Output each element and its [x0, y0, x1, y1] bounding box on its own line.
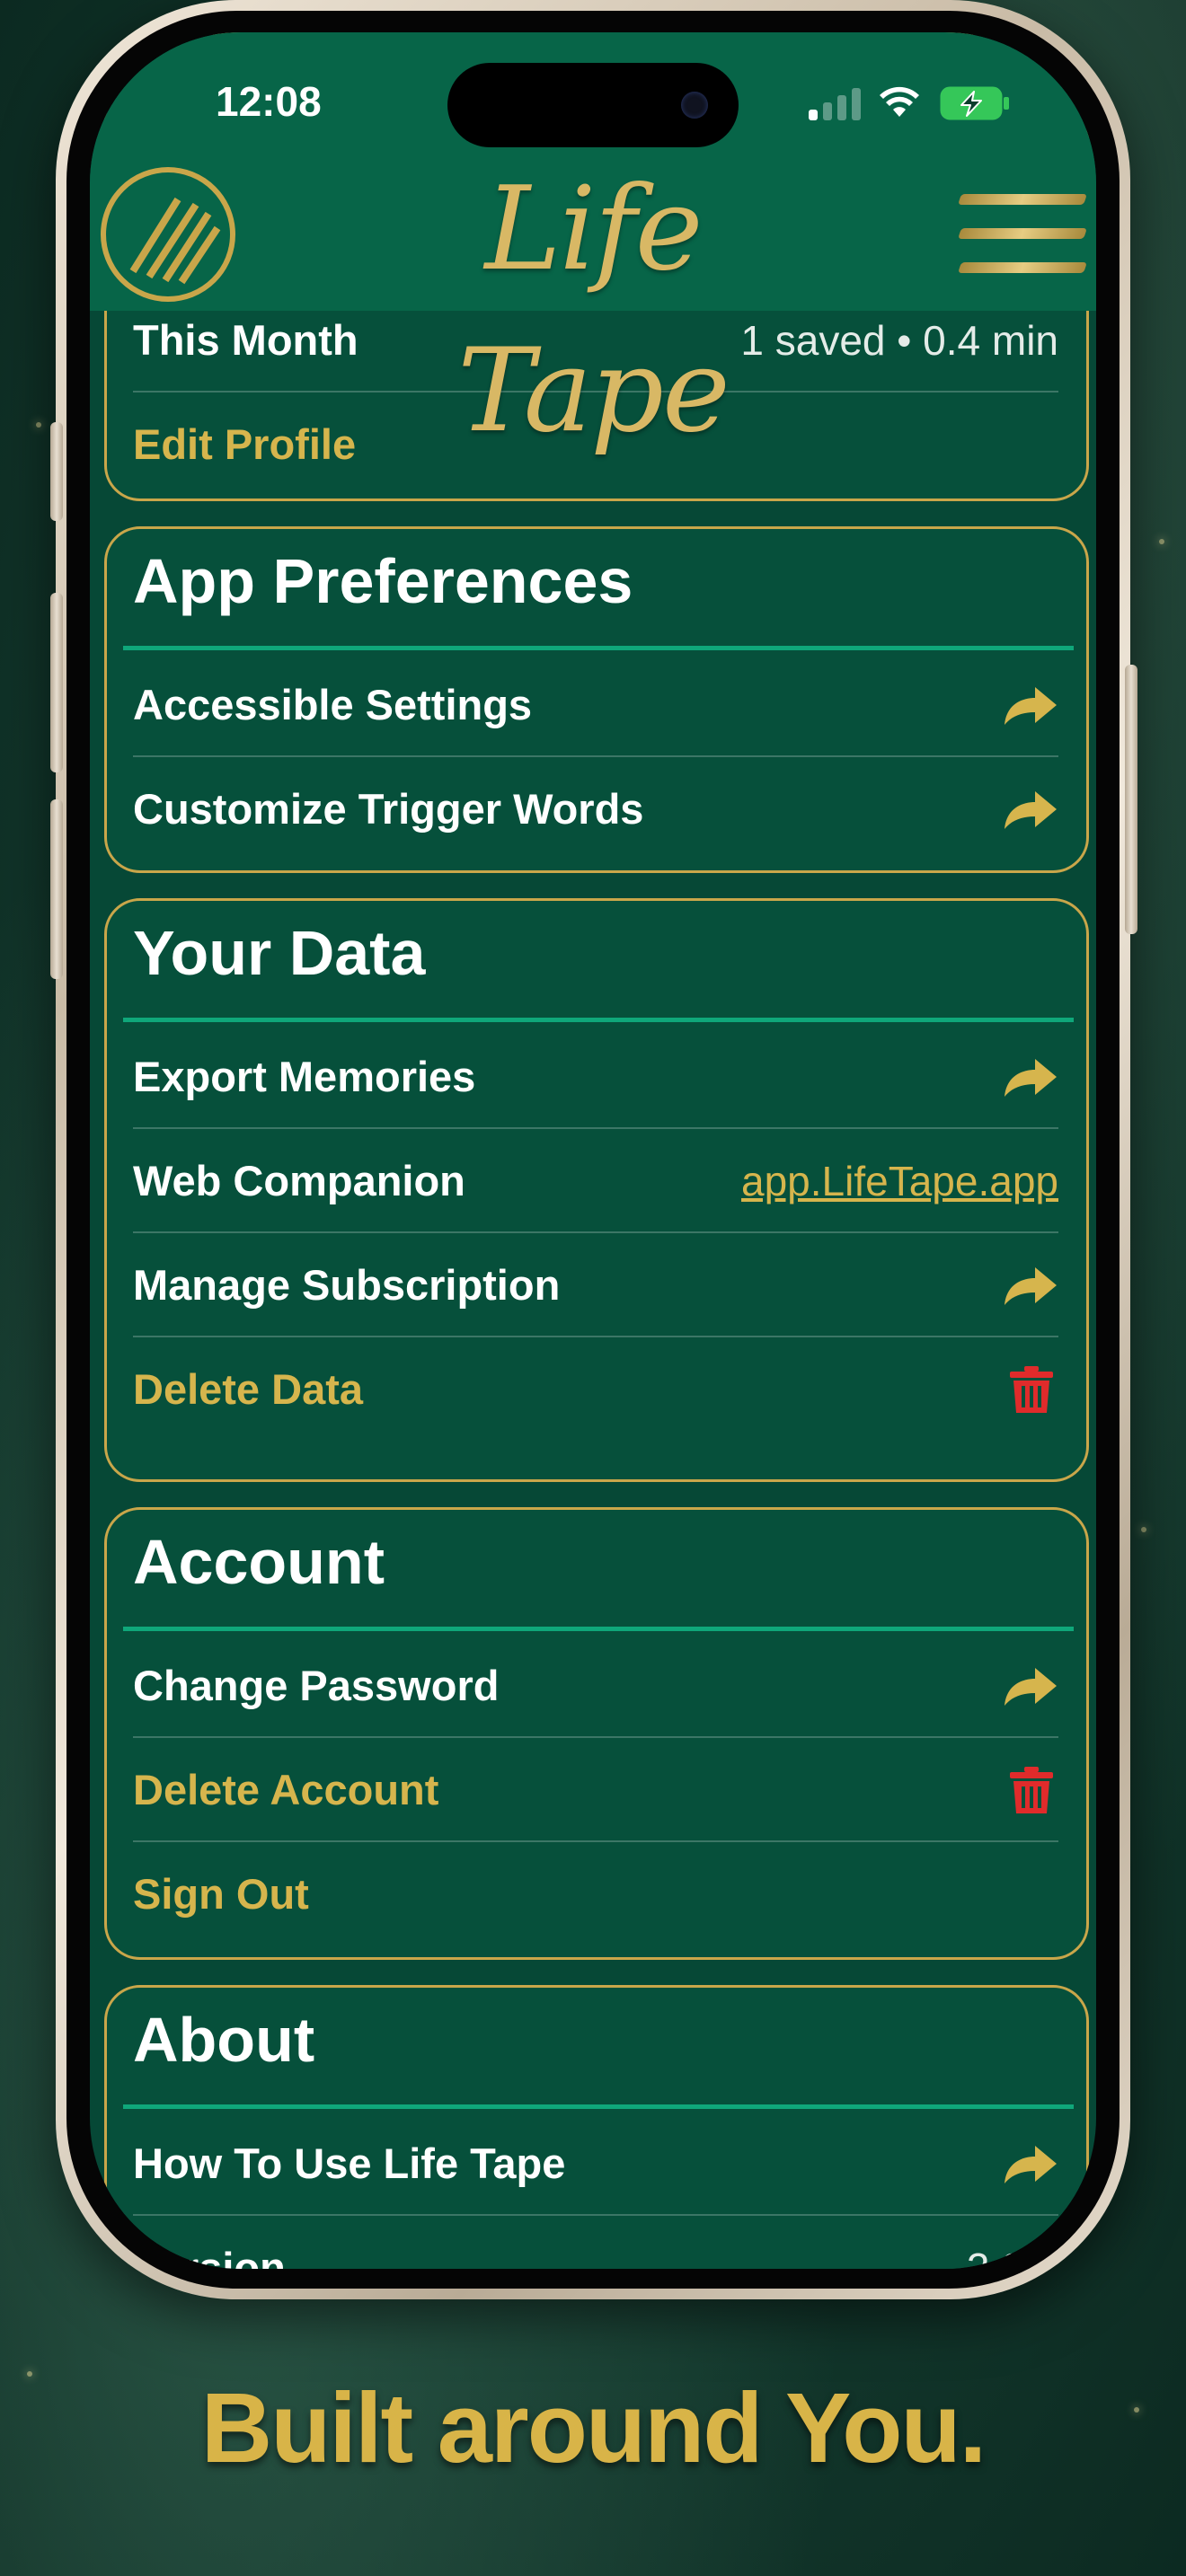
arrow-right-icon[interactable] — [1001, 2142, 1058, 2187]
sign-out-row[interactable]: Sign Out — [133, 1842, 1058, 1946]
trash-icon[interactable] — [1008, 1765, 1055, 1815]
background-sparkle — [1159, 539, 1164, 544]
logo-stripes-icon[interactable] — [101, 167, 235, 302]
your-data-card: Your Data Export Memories Web Companion … — [104, 898, 1089, 1482]
app-header: Life Tape — [90, 149, 1096, 458]
version-label: Version — [133, 2244, 286, 2269]
version-row: Version 2.0.0 — [133, 2216, 1058, 2269]
title-rule — [123, 646, 1074, 650]
cellular-signal-icon — [809, 88, 861, 120]
hamburger-menu-icon[interactable] — [958, 194, 1087, 273]
export-memories-label[interactable]: Export Memories — [133, 1025, 475, 1129]
title-rule — [123, 1627, 1074, 1631]
manage-subscription-row[interactable]: Manage Subscription — [133, 1233, 1058, 1337]
export-memories-row[interactable]: Export Memories — [133, 1025, 1058, 1129]
battery-charging-icon — [940, 86, 1009, 120]
about-title: About — [133, 2005, 315, 2075]
account-title: Account — [133, 1527, 385, 1597]
edit-profile-label[interactable]: Edit Profile — [133, 393, 356, 497]
phone-action-button — [50, 422, 63, 521]
trash-icon[interactable] — [1008, 1364, 1055, 1415]
version-value: 2.0.0 — [966, 2245, 1058, 2269]
phone-screen: 12:08 Life Tape This Month 1 saved • 0.4… — [90, 32, 1096, 2269]
phone-power-button — [1125, 665, 1137, 934]
app-preferences-card: App Preferences Accessible Settings Cust… — [104, 526, 1089, 873]
title-rule — [123, 2104, 1074, 2109]
web-companion-row: Web Companion app.LifeTape.app — [133, 1129, 1058, 1233]
delete-data-label[interactable]: Delete Data — [133, 1337, 363, 1442]
wifi-icon — [880, 86, 919, 117]
front-camera — [681, 92, 708, 119]
delete-account-row[interactable]: Delete Account — [133, 1738, 1058, 1842]
status-bar: 12:08 — [90, 32, 1096, 149]
app-preferences-title: App Preferences — [133, 546, 633, 616]
customize-trigger-words-label[interactable]: Customize Trigger Words — [133, 757, 643, 861]
status-time: 12:08 — [216, 78, 322, 125]
about-card: About How To Use Life Tape Version 2.0.0 — [104, 1985, 1089, 2269]
phone-volume-down-button — [50, 799, 63, 979]
how-to-use-row[interactable]: How To Use Life Tape — [133, 2112, 1058, 2216]
accessible-settings-row[interactable]: Accessible Settings — [133, 653, 1058, 757]
manage-subscription-label[interactable]: Manage Subscription — [133, 1233, 560, 1337]
sign-out-label[interactable]: Sign Out — [133, 1842, 309, 1946]
background-sparkle — [1141, 1527, 1146, 1532]
delete-account-label[interactable]: Delete Account — [133, 1738, 438, 1842]
customize-trigger-words-row[interactable]: Customize Trigger Words — [133, 757, 1058, 861]
your-data-title: Your Data — [133, 918, 426, 988]
title-rule — [123, 1018, 1074, 1022]
web-companion-label: Web Companion — [133, 1157, 465, 1204]
arrow-right-icon[interactable] — [1001, 1664, 1058, 1709]
marketing-tagline: Built around You. — [200, 2373, 987, 2483]
arrow-right-icon[interactable] — [1001, 684, 1058, 728]
account-card: Account Change Password Delete Account S… — [104, 1507, 1089, 1960]
arrow-right-icon[interactable] — [1001, 788, 1058, 833]
app-title: Life Tape — [457, 163, 730, 458]
accessible-settings-label[interactable]: Accessible Settings — [133, 653, 532, 757]
phone-volume-up-button — [50, 593, 63, 772]
background-sparkle — [36, 422, 41, 428]
how-to-use-label[interactable]: How To Use Life Tape — [133, 2112, 565, 2216]
arrow-right-icon[interactable] — [1001, 1264, 1058, 1309]
arrow-right-icon[interactable] — [1001, 1055, 1058, 1100]
web-companion-link[interactable]: app.LifeTape.app — [741, 1129, 1058, 1233]
change-password-row[interactable]: Change Password — [133, 1634, 1058, 1738]
change-password-label[interactable]: Change Password — [133, 1634, 499, 1738]
delete-data-row[interactable]: Delete Data — [133, 1337, 1058, 1442]
